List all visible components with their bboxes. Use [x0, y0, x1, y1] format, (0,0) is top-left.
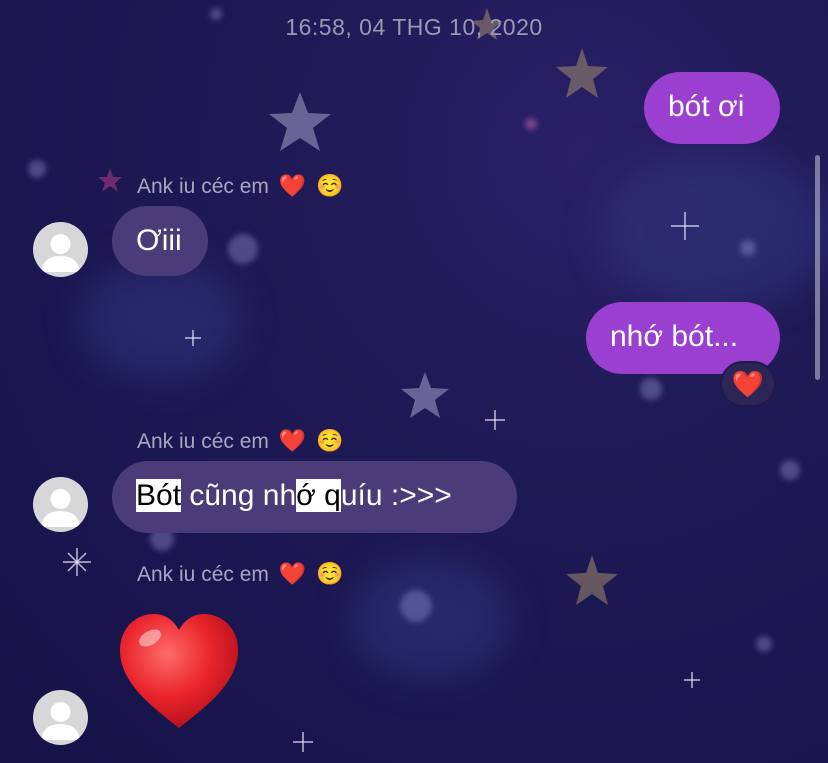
incoming-message-bubble[interactable]: Ơiii	[112, 206, 208, 276]
avatar[interactable]	[33, 690, 88, 745]
message-text: Ơiii	[136, 224, 182, 257]
big-heart-icon[interactable]	[114, 606, 244, 736]
message-text: bót ơi	[668, 90, 745, 123]
sender-name: Ank iu céc em ❤️ ☺️	[137, 428, 344, 453]
message-text: nhớ bót...	[610, 320, 739, 353]
heart-reaction-icon[interactable]: ❤️	[720, 361, 776, 407]
message-text: uíu :>>>	[340, 479, 452, 512]
avatar-placeholder-icon	[41, 489, 80, 527]
message-text: cũng nh	[181, 479, 297, 512]
conversation-timestamp: 16:58, 04 THG 10, 2020	[285, 14, 543, 40]
highlighted-text: ớ q	[296, 479, 341, 512]
sender-name: Ank iu céc em ❤️ ☺️	[137, 561, 344, 586]
avatar[interactable]	[33, 477, 88, 532]
outgoing-message-bubble[interactable]: bót ơi	[644, 72, 780, 144]
incoming-message-bubble[interactable]: Bót cũng nhớ quíu :>>>	[112, 461, 517, 533]
smiling-emoji: ☺️	[315, 173, 344, 198]
smiling-emoji: ☺️	[315, 428, 344, 453]
scrollbar[interactable]	[815, 155, 820, 380]
avatar-placeholder-icon	[41, 234, 80, 272]
heart-emoji: ❤️	[278, 561, 307, 586]
avatar-placeholder-icon	[41, 702, 80, 740]
heart-emoji: ❤️	[278, 428, 307, 453]
heart-emoji: ❤️	[278, 173, 307, 198]
sender-name: Ank iu céc em ❤️ ☺️	[137, 173, 344, 198]
smiling-emoji: ☺️	[315, 561, 344, 586]
highlighted-text: Bót	[136, 479, 182, 512]
avatar[interactable]	[33, 222, 88, 277]
